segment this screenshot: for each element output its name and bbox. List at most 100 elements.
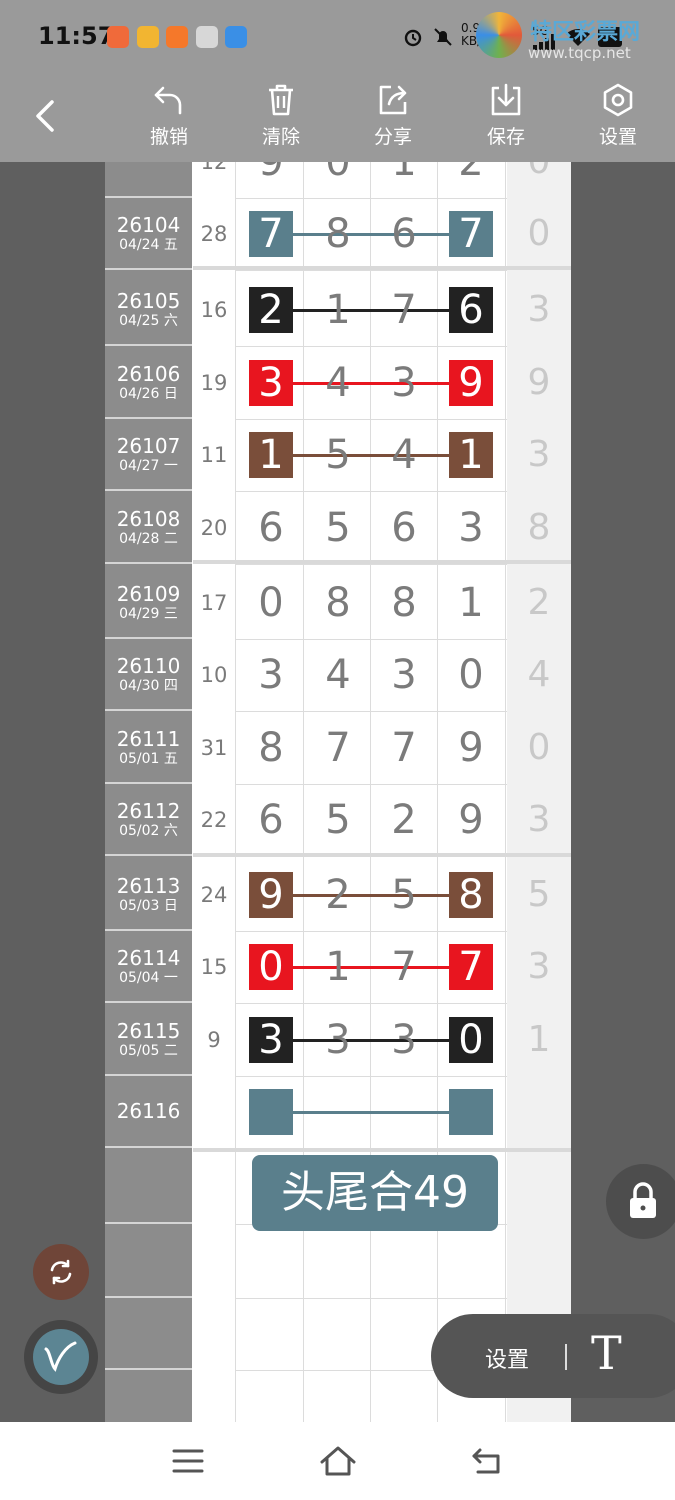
digit-cell: 5: [325, 797, 351, 843]
trend-chart-sheet[interactable]: 04/23 四12901202610404/24 五28786702610504…: [105, 162, 571, 1422]
digit-cell: 2: [258, 287, 284, 333]
sum-cell: 10: [200, 663, 228, 687]
pill-settings-label[interactable]: 设置: [485, 1342, 529, 1374]
issue-number: 26115: [116, 1019, 181, 1043]
sum-cell: 12: [200, 162, 228, 174]
issue-date: 05/03 日: [119, 898, 178, 914]
digit-cell: 3: [458, 505, 484, 551]
group-separator: [193, 1148, 571, 1152]
grid-line-horizontal: [235, 270, 507, 271]
clear-button[interactable]: 清除: [246, 82, 316, 154]
digit-cell: 1: [258, 432, 284, 478]
issue-number: 26113: [116, 874, 181, 898]
digit-cell: 5: [325, 432, 351, 478]
status-time: 11:57: [38, 22, 115, 50]
grid-line-horizontal: [235, 1298, 507, 1299]
download-icon: [491, 83, 521, 116]
digit-cell: 8: [458, 872, 484, 918]
app-icon-4: [196, 26, 218, 48]
sum-cell: 11: [200, 443, 228, 467]
lock-icon: [630, 1182, 656, 1218]
digit-cell: 1: [325, 944, 351, 990]
digit-cell: 9: [458, 360, 484, 406]
connector-line: [271, 1111, 471, 1114]
digit-cell: 7: [258, 211, 284, 257]
settings-hexagon-icon: [603, 83, 633, 117]
digit-cell: 9: [258, 872, 284, 918]
table-row: 26106 04/26 日 19 3 4 3 9 9: [105, 347, 571, 419]
span-cell: 3: [527, 799, 551, 840]
digit-cell: 6: [458, 287, 484, 333]
digit-cell: 5: [391, 872, 417, 918]
issue-date: 04/29 三: [119, 606, 178, 622]
digit-cell: 3: [325, 1017, 351, 1063]
span-cell: 3: [527, 289, 551, 330]
digit-cell: 1: [325, 287, 351, 333]
digit-cell: 2: [458, 162, 484, 185]
share-button[interactable]: 分享: [358, 82, 428, 154]
digit-cell: 8: [325, 211, 351, 257]
table-row: 26110 04/30 四 10 3 4 3 0 4: [105, 639, 571, 711]
issue-cell: 26104 04/24 五: [105, 198, 192, 270]
trash-icon: [269, 84, 293, 116]
text-tool-icon[interactable]: T: [591, 1326, 622, 1380]
issue-cell: 26110 04/30 四: [105, 639, 192, 711]
issue-date: 04/24 五: [119, 237, 178, 253]
issue-cell: 26109 04/29 三: [105, 567, 192, 639]
empty-issue-cell: [105, 1226, 192, 1298]
annotation-label[interactable]: 头尾合49: [252, 1155, 498, 1231]
pen-button[interactable]: [24, 1320, 98, 1394]
sum-cell: 24: [200, 883, 228, 907]
undo-label: 撤销: [149, 126, 188, 148]
sync-button[interactable]: [33, 1244, 89, 1300]
digit-cell: 1: [458, 580, 484, 626]
sum-cell: 31: [200, 736, 228, 760]
pen-stroke-icon: [44, 1341, 77, 1372]
menu-icon[interactable]: [172, 1448, 204, 1474]
watermark-logo: [476, 12, 522, 58]
sum-cell: 22: [200, 808, 228, 832]
save-button[interactable]: 保存: [471, 82, 541, 154]
sum-cell: 17: [200, 591, 228, 615]
issue-number: 26107: [116, 434, 181, 458]
digit-cell: 9: [258, 162, 284, 185]
lock-button[interactable]: [606, 1164, 675, 1239]
digit-cell: 3: [391, 1017, 417, 1063]
alarm-icon: [404, 29, 422, 47]
issue-cell: 26115 05/05 二: [105, 1004, 192, 1076]
span-cell: 0: [527, 727, 551, 768]
table-row: 26114 05/04 一 15 0 1 7 7 3: [105, 931, 571, 1003]
digit-cell: 4: [325, 360, 351, 406]
issue-number: 26104: [116, 213, 181, 237]
span-cell: 3: [527, 946, 551, 987]
span-cell: 8: [527, 507, 551, 548]
status-bar: 11:57 0.91 KB/s 5G 特区彩票网 www.tqcp.net: [0, 0, 675, 74]
issue-date: 05/01 五: [119, 751, 178, 767]
sum-cell: 19: [200, 371, 228, 395]
issue-number: 26116: [116, 1099, 181, 1123]
issue-cell: 26113 05/03 日: [105, 859, 192, 931]
back-icon[interactable]: [470, 1446, 504, 1476]
settings-label: 设置: [598, 126, 637, 148]
issue-cell: 04/23 四: [105, 162, 192, 198]
digit-highlight-box: [249, 1089, 293, 1135]
empty-issue-cell: [105, 1152, 192, 1224]
issue-number: 26109: [116, 582, 181, 606]
issue-number: 26110: [116, 654, 181, 678]
digit-cell: 8: [325, 580, 351, 626]
watermark-url: www.tqcp.net: [528, 44, 631, 62]
digit-cell: 7: [458, 211, 484, 257]
digit-cell: 2: [325, 872, 351, 918]
digit-cell: 8: [258, 725, 284, 771]
home-icon[interactable]: [318, 1444, 358, 1478]
undo-button[interactable]: 撤销: [134, 82, 204, 154]
digit-cell: 0: [458, 1017, 484, 1063]
empty-issue-cell: [105, 1298, 192, 1370]
back-arrow-icon[interactable]: [28, 98, 64, 134]
digit-cell: 7: [391, 944, 417, 990]
settings-button[interactable]: 设置: [583, 82, 653, 154]
span-cell: 0: [507, 162, 571, 198]
nav-bar: [0, 1422, 675, 1500]
table-row: 26104 04/24 五 28 7 8 6 7 0: [105, 198, 571, 270]
settings-pill[interactable]: 设置 T: [431, 1314, 675, 1398]
